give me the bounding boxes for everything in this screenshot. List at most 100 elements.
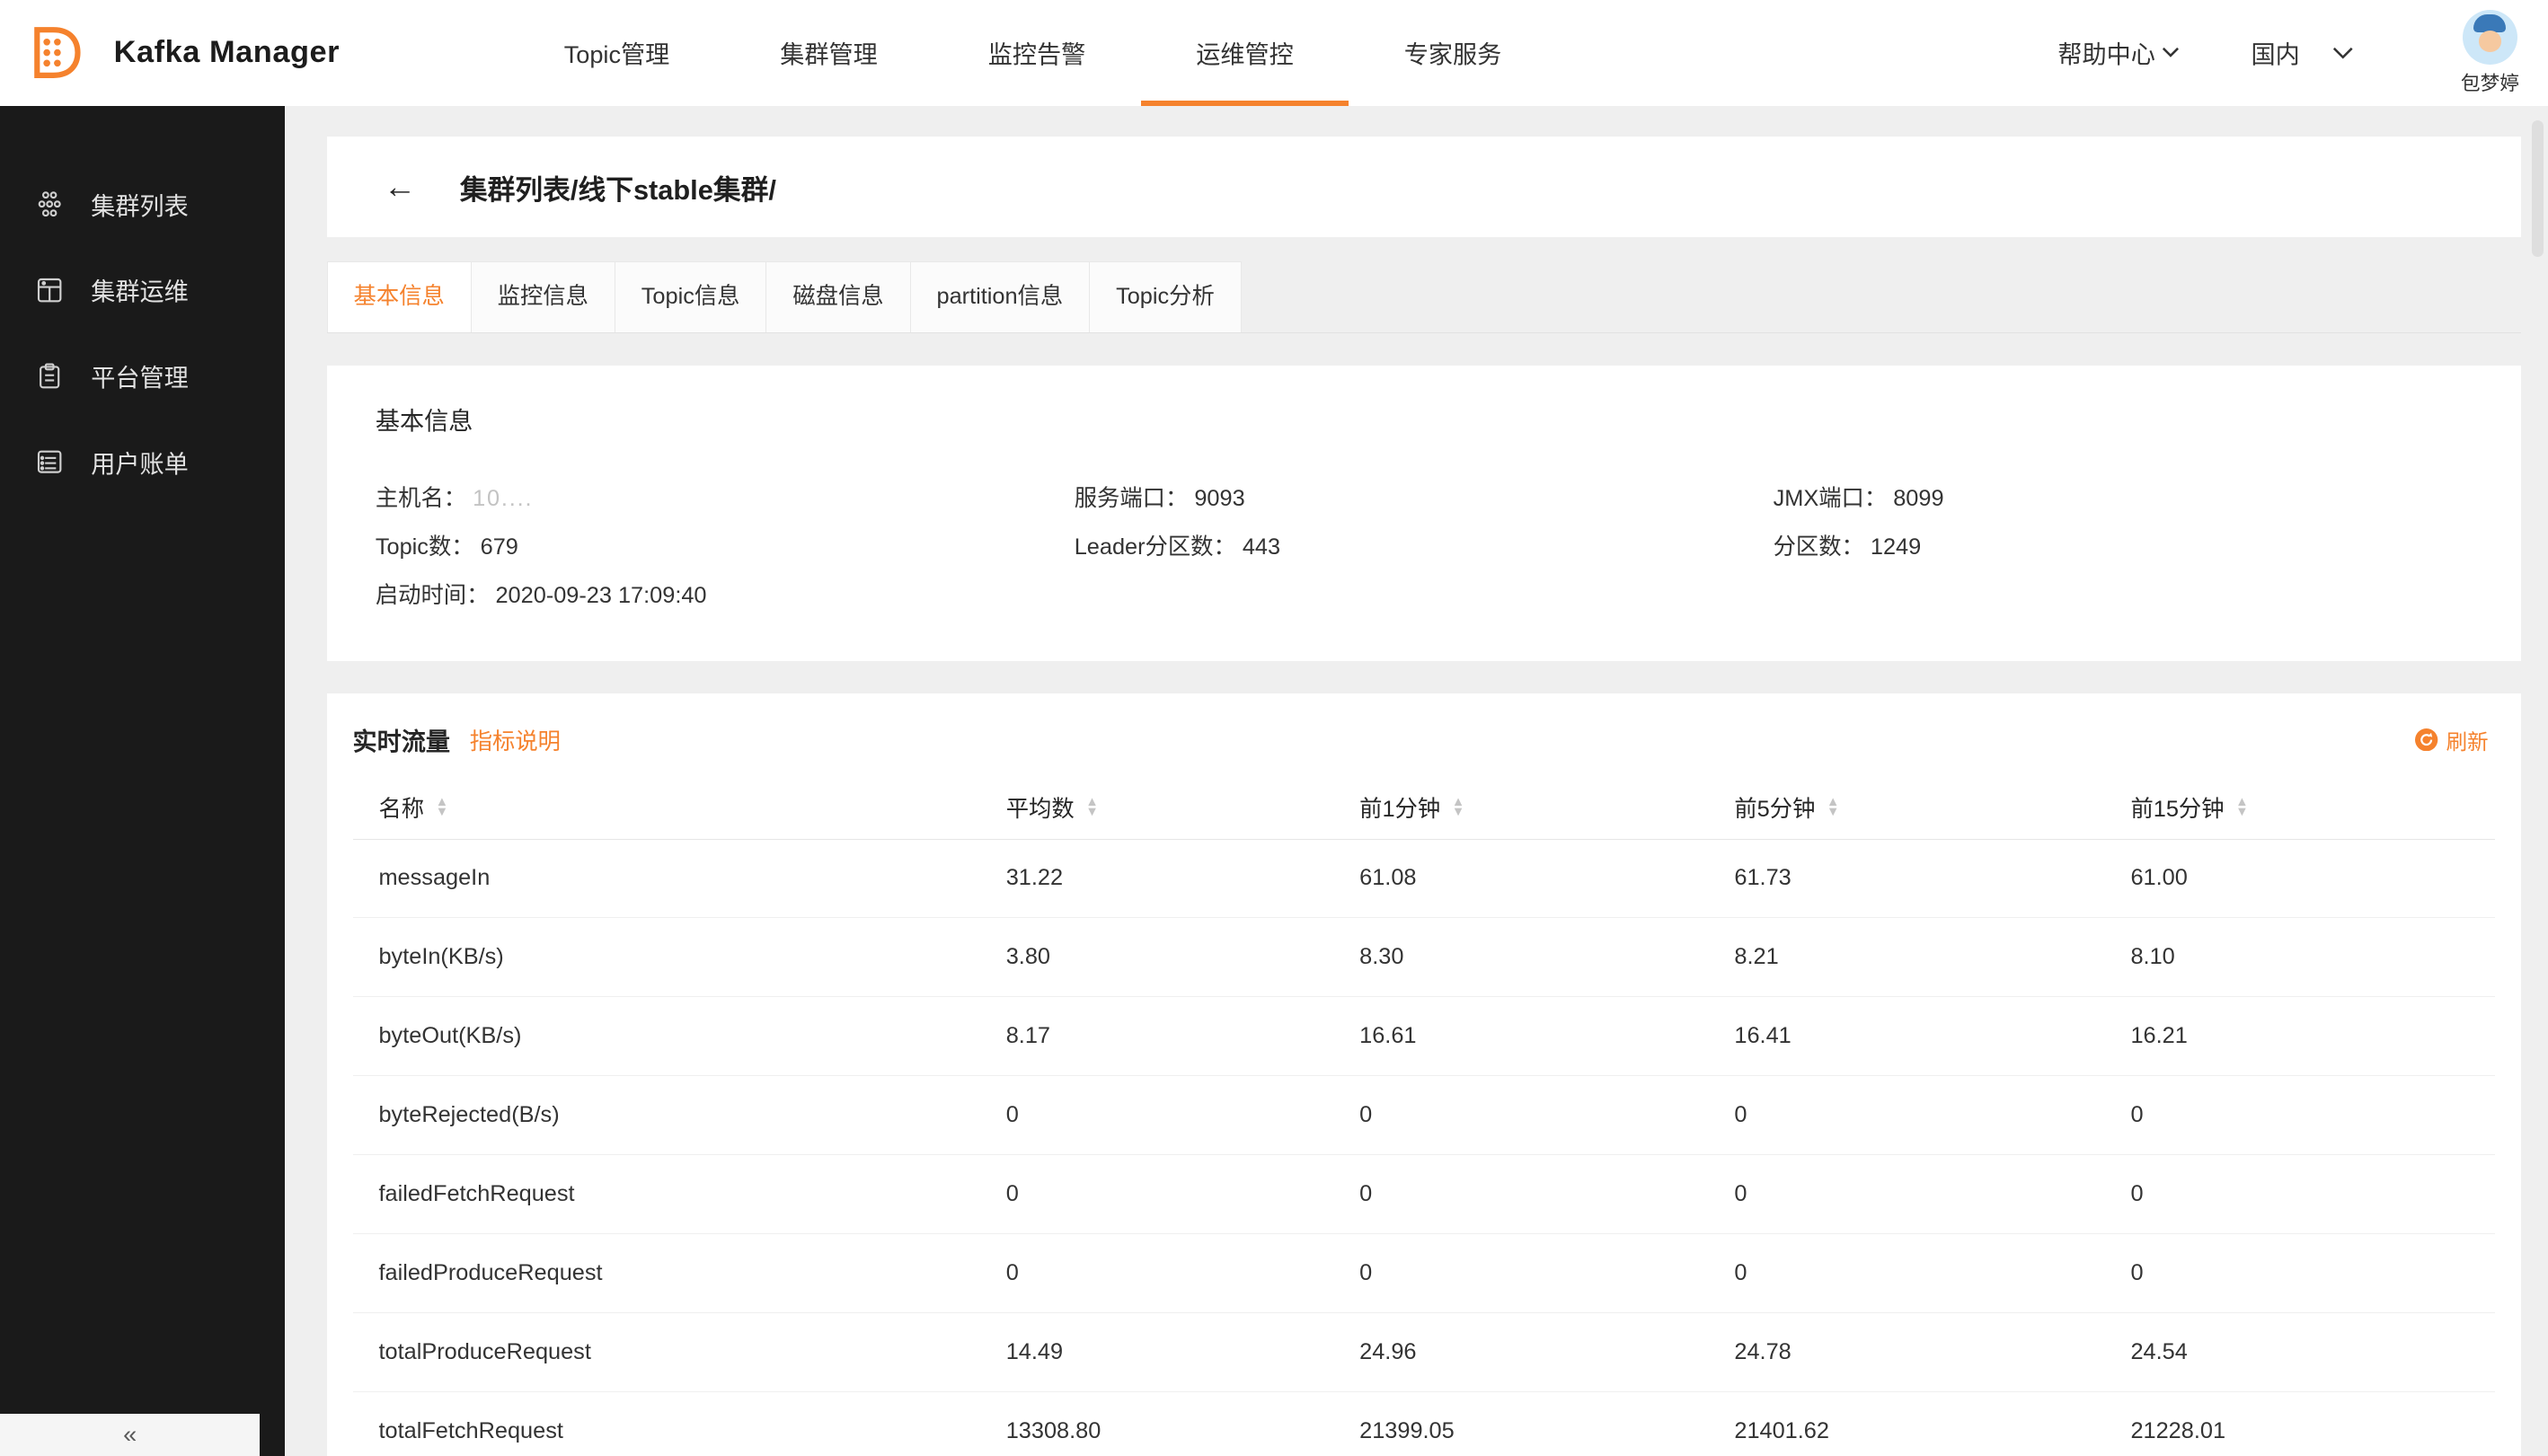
help-center-menu[interactable]: 帮助中心 xyxy=(2057,35,2180,70)
sort-desc-icon[interactable]: ▼ xyxy=(2235,807,2248,817)
tab-partition-info[interactable]: partition信息 xyxy=(910,261,1090,332)
col-last-5min: 前5分钟▲▼ xyxy=(1734,777,2130,839)
table-row: totalFetchRequest 13308.80 21399.05 2140… xyxy=(353,1391,2495,1456)
help-center-label: 帮助中心 xyxy=(2057,35,2155,70)
app-logo-icon xyxy=(22,23,81,82)
tab-monitor-info[interactable]: 监控信息 xyxy=(471,261,615,332)
field-leader-partition-count: Leader分区数： 443 xyxy=(1075,531,1774,563)
nav-monitor-alert[interactable]: 监控告警 xyxy=(933,0,1141,106)
metric-name-cell: totalFetchRequest xyxy=(353,1391,1006,1456)
sort-toggle[interactable]: ▲▼ xyxy=(1085,798,1098,817)
sidebar-item-label: 平台管理 xyxy=(91,358,189,393)
sidebar: 集群列表 集群运维 平台管理 xyxy=(0,106,285,1456)
avatar-face xyxy=(2479,31,2501,52)
basic-info-title: 基本信息 xyxy=(376,402,2473,437)
field-topic-count: Topic数： 679 xyxy=(376,531,1075,563)
realtime-flow-card: 实时流量 指标说明 刷新 名称▲▼ xyxy=(327,693,2521,1456)
region-select[interactable]: 国内 xyxy=(2252,35,2354,70)
col-name: 名称▲▼ xyxy=(353,777,1006,839)
top-nav: Topic管理 集群管理 监控告警 运维管控 专家服务 xyxy=(509,0,1557,106)
app-window: Kafka Manager Topic管理 集群管理 监控告警 运维管控 专家服… xyxy=(0,0,2548,1456)
list-icon xyxy=(34,446,65,477)
sort-toggle[interactable]: ▲▼ xyxy=(1452,798,1464,817)
realtime-flow-title: 实时流量 xyxy=(353,722,451,757)
top-header: Kafka Manager Topic管理 集群管理 监控告警 运维管控 专家服… xyxy=(0,0,2548,106)
metric-name-cell: messageIn xyxy=(353,839,1006,918)
sidebar-menu: 集群列表 集群运维 平台管理 xyxy=(0,106,285,506)
detail-tabs: 基本信息 监控信息 Topic信息 磁盘信息 partition信息 Topic… xyxy=(327,261,2521,333)
metric-name-cell: failedProduceRequest xyxy=(353,1233,1006,1312)
metric-name-cell: byteIn(KB/s) xyxy=(353,918,1006,997)
refresh-label: 刷新 xyxy=(2446,725,2489,755)
tab-topic-analysis[interactable]: Topic分析 xyxy=(1089,261,1242,332)
sort-desc-icon[interactable]: ▼ xyxy=(1827,807,1839,817)
metric-name-cell: byteOut(KB/s) xyxy=(353,997,1006,1076)
brand-title: Kafka Manager xyxy=(114,35,340,70)
nav-ops-control[interactable]: 运维管控 xyxy=(1141,0,1349,106)
tab-basic-info[interactable]: 基本信息 xyxy=(327,261,471,332)
scrollbar-thumb[interactable] xyxy=(2532,120,2544,257)
sidebar-item-platform-admin[interactable]: 平台管理 xyxy=(0,333,285,419)
grid-panel-icon xyxy=(34,275,65,305)
breadcrumb: 集群列表/线下stable集群/ xyxy=(460,167,776,207)
sort-desc-icon[interactable]: ▼ xyxy=(1452,807,1464,817)
table-row: byteOut(KB/s) 8.17 16.61 16.41 16.21 xyxy=(353,997,2495,1076)
avatar xyxy=(2463,10,2518,66)
table-row: failedFetchRequest 0 0 0 0 xyxy=(353,1155,2495,1234)
sidebar-item-label: 集群列表 xyxy=(91,187,189,222)
nav-topic-management[interactable]: Topic管理 xyxy=(509,0,725,106)
col-average: 平均数▲▼ xyxy=(1006,777,1359,839)
table-row: failedProduceRequest 0 0 0 0 xyxy=(353,1233,2495,1312)
metric-name-cell: byteRejected(B/s) xyxy=(353,1076,1006,1155)
table-row: byteIn(KB/s) 3.80 8.30 8.21 8.10 xyxy=(353,918,2495,997)
chevron-down-icon xyxy=(2162,47,2180,58)
honeycomb-icon xyxy=(34,189,65,219)
region-label: 国内 xyxy=(2252,35,2300,70)
sidebar-item-label: 用户账单 xyxy=(91,445,189,480)
sort-toggle[interactable]: ▲▼ xyxy=(436,798,448,817)
metrics-table: 名称▲▼ 平均数▲▼ 前1分钟▲▼ 前5分钟▲▼ 前15分钟▲▼ message… xyxy=(353,777,2495,1456)
metric-name-cell: failedFetchRequest xyxy=(353,1155,1006,1234)
collapse-icon: « xyxy=(123,1420,137,1449)
sort-toggle[interactable]: ▲▼ xyxy=(2235,798,2248,817)
field-start-time: 启动时间： 2020-09-23 17:09:40 xyxy=(376,579,1075,612)
tab-disk-info[interactable]: 磁盘信息 xyxy=(765,261,909,332)
back-button[interactable]: ← xyxy=(384,171,416,203)
username: 包梦婷 xyxy=(2461,68,2519,96)
field-jmx-port: JMX端口： 8099 xyxy=(1774,482,2473,515)
avatar-hat xyxy=(2473,14,2506,32)
sidebar-item-user-billing[interactable]: 用户账单 xyxy=(0,419,285,506)
header-right: 帮助中心 国内 包梦婷 xyxy=(2057,10,2548,96)
nav-cluster-management[interactable]: 集群管理 xyxy=(725,0,933,106)
nav-expert-service[interactable]: 专家服务 xyxy=(1349,0,1557,106)
table-row: messageIn 31.22 61.08 61.73 61.00 xyxy=(353,839,2495,918)
page-title-bar: ← 集群列表/线下stable集群/ xyxy=(327,137,2521,237)
col-last-1min: 前1分钟▲▼ xyxy=(1359,777,1734,839)
col-last-15min: 前15分钟▲▼ xyxy=(2130,777,2494,839)
refresh-button[interactable]: 刷新 xyxy=(2415,725,2495,755)
field-hostname: 主机名： 10.... xyxy=(376,482,1075,515)
sort-toggle[interactable]: ▲▼ xyxy=(1827,798,1839,817)
field-partition-count: 分区数： 1249 xyxy=(1774,531,2473,563)
basic-info-card: 基本信息 主机名： 10.... 服务端口： 9093 JMX端口： 8099 … xyxy=(327,366,2521,660)
refresh-icon xyxy=(2415,728,2437,751)
chevron-down-icon xyxy=(2332,47,2354,59)
sort-desc-icon[interactable]: ▼ xyxy=(1085,807,1098,817)
basic-info-grid: 主机名： 10.... 服务端口： 9093 JMX端口： 8099 Topic… xyxy=(376,482,2473,613)
table-row: totalProduceRequest 14.49 24.96 24.78 24… xyxy=(353,1312,2495,1391)
field-service-port: 服务端口： 9093 xyxy=(1075,482,1774,515)
realtime-flow-header: 实时流量 指标说明 刷新 xyxy=(353,722,2495,757)
sort-desc-icon[interactable]: ▼ xyxy=(436,807,448,817)
metric-name-cell: totalProduceRequest xyxy=(353,1312,1006,1391)
clipboard-icon xyxy=(34,361,65,392)
main-content: ← 集群列表/线下stable集群/ 基本信息 监控信息 Topic信息 磁盘信… xyxy=(285,106,2548,1456)
table-row: byteRejected(B/s) 0 0 0 0 xyxy=(353,1076,2495,1155)
metrics-explain-link[interactable]: 指标说明 xyxy=(470,724,561,756)
table-header-row: 名称▲▼ 平均数▲▼ 前1分钟▲▼ 前5分钟▲▼ 前15分钟▲▼ xyxy=(353,777,2495,839)
sidebar-collapse-button[interactable]: « xyxy=(0,1414,260,1456)
sidebar-item-label: 集群运维 xyxy=(91,272,189,307)
sidebar-item-cluster-list[interactable]: 集群列表 xyxy=(0,161,285,247)
user-menu[interactable]: 包梦婷 xyxy=(2461,10,2519,96)
sidebar-item-cluster-ops[interactable]: 集群运维 xyxy=(0,247,285,333)
tab-topic-info[interactable]: Topic信息 xyxy=(615,261,766,332)
